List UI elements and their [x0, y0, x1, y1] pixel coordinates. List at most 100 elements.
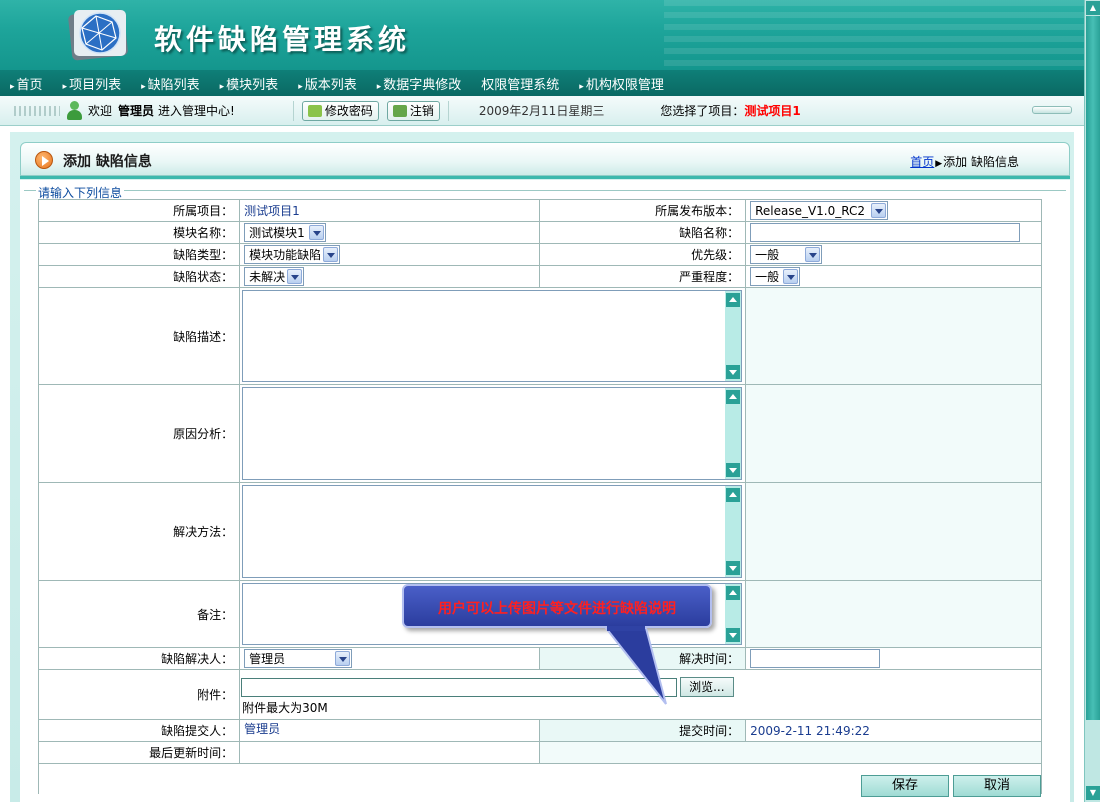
chevron-down-icon [309, 225, 325, 240]
user-icon [66, 100, 82, 121]
release-selected: Release_V1.0_RC2 [755, 203, 866, 218]
defect-type-label: 缺陷类型： [37, 243, 241, 266]
chevron-down-icon [323, 247, 339, 262]
release-select[interactable]: Release_V1.0_RC2 [750, 201, 889, 220]
scroll-up-icon[interactable] [726, 390, 741, 404]
cancel-button[interactable]: 取消 [953, 775, 1041, 797]
severity-selected: 一般 [755, 270, 780, 284]
textarea-scrollbar[interactable] [725, 388, 742, 479]
description-label: 缺陷描述： [37, 287, 241, 385]
main-nav: ▸ 首页 ▸ 项目列表 ▸ 缺陷列表 ▸ 模块列表 ▸ 版本列表 ▸ 数据字典修改 权限管理… [0, 70, 1084, 96]
save-button[interactable]: 保存 [861, 775, 949, 797]
chevron-down-icon [783, 269, 799, 284]
last-update-label: 最后更新时间： [37, 741, 241, 764]
nav-item-versions[interactable]: ▸ 版本列表 [288, 74, 367, 93]
callout-text: 用户可以上传图片等文件进行缺陷说明 [438, 601, 676, 617]
nav-item-label: 项目列表 [69, 77, 122, 93]
defect-type-select[interactable]: 模块功能缺陷 [244, 245, 341, 264]
selected-project: 测试项目1 [744, 104, 801, 118]
solution-textarea[interactable] [242, 485, 743, 578]
nav-item-dictionary[interactable]: ▸ 数据字典修改 [367, 74, 472, 93]
play-icon [35, 151, 53, 169]
severity-select[interactable]: 一般 [750, 267, 801, 286]
chevron-down-icon [287, 269, 303, 284]
collapse-icon[interactable] [1032, 106, 1072, 114]
panel-header: 添加 缺陷信息 首页▶添加 缺陷信息 [20, 142, 1070, 176]
page-scrollbar[interactable]: ▲ ▼ [1084, 0, 1100, 802]
textarea-scrollbar[interactable] [725, 291, 742, 381]
scroll-down-icon[interactable] [726, 561, 741, 575]
scroll-up-icon[interactable] [726, 293, 741, 307]
status-bar: 欢迎 管理员 进入管理中心! 修改密码 注销 2009年2月11日星期三 您选择… [0, 96, 1084, 126]
grip-icon [14, 105, 60, 116]
cause-label: 原因分析： [37, 384, 241, 483]
welcome-prefix: 欢迎 [88, 104, 113, 118]
change-password-label: 修改密码 [324, 104, 373, 118]
logout-label: 注销 [409, 104, 434, 118]
solution-label: 解决方法： [37, 482, 241, 581]
current-user: 管理员 [118, 104, 155, 118]
nav-item-org-permissions[interactable]: ▸ 机构权限管理 [569, 74, 674, 93]
defect-name-label: 缺陷名称： [539, 221, 747, 244]
defect-state-selected: 未解决 [249, 270, 286, 284]
nav-item-label: 机构权限管理 [585, 77, 664, 93]
page-title: 添加 缺陷信息 [63, 154, 152, 170]
browse-button[interactable]: 浏览... [680, 677, 734, 697]
breadcrumb-current: 添加 缺陷信息 [943, 155, 1019, 169]
chevron-down-icon [805, 247, 821, 262]
scroll-down-icon[interactable] [726, 463, 741, 477]
module-selected: 测试模块1 [249, 226, 305, 240]
chevron-down-icon [871, 203, 887, 218]
project-label: 您选择了项目： [660, 104, 745, 118]
submitter-label: 缺陷提交人： [37, 719, 241, 742]
app-header: 软件缺陷管理系统 [0, 0, 1084, 70]
nav-item-projects[interactable]: ▸ 项目列表 [53, 74, 132, 93]
header-divider [20, 176, 1070, 179]
module-select[interactable]: 测试模块1 [244, 223, 327, 242]
defect-state-select[interactable]: 未解决 [244, 267, 305, 286]
current-date: 2009年2月11日星期三 [478, 104, 605, 118]
textarea-scrollbar[interactable] [725, 486, 742, 577]
priority-select[interactable]: 一般 [750, 245, 823, 264]
scroll-up-icon[interactable] [726, 488, 741, 502]
app-title: 软件缺陷管理系统 [154, 23, 411, 56]
main-content: 添加 缺陷信息 首页▶添加 缺陷信息 请输入下列信息 所属项目： 测试项目1 所… [10, 132, 1074, 802]
change-password-button[interactable]: 修改密码 [301, 100, 379, 121]
breadcrumb-home-link[interactable]: 首页 [910, 155, 934, 169]
globe-logo-icon [66, 4, 132, 62]
nav-item-home[interactable]: ▸ 首页 [0, 74, 53, 93]
release-label: 所属发布版本： [539, 199, 747, 222]
nav-item-permissions[interactable]: 权限管理系统 [471, 74, 569, 93]
severity-label: 严重程度： [539, 265, 747, 288]
scroll-up-icon[interactable] [726, 586, 741, 600]
callout-pointer [603, 626, 667, 705]
key-icon [307, 104, 322, 117]
priority-selected: 一般 [755, 248, 780, 262]
scroll-down-icon[interactable] [726, 628, 741, 642]
description-textarea[interactable] [242, 290, 743, 382]
logout-button[interactable]: 注销 [386, 100, 440, 121]
resolver-select[interactable]: 管理员 [244, 649, 353, 668]
nav-item-defects[interactable]: ▸ 缺陷列表 [131, 74, 210, 93]
chevron-right-icon: ▶ [935, 159, 943, 169]
resolve-time-input[interactable] [750, 649, 881, 668]
divider [447, 100, 449, 121]
welcome-suffix: 进入管理中心! [158, 104, 235, 118]
priority-label: 优先级： [539, 243, 747, 266]
chevron-down-icon [335, 651, 351, 666]
textarea-scrollbar[interactable] [725, 584, 742, 644]
nav-item-label: 权限管理系统 [481, 77, 560, 93]
defect-name-input[interactable] [750, 223, 1021, 242]
scroll-thumb[interactable] [1086, 16, 1100, 720]
scroll-up-icon[interactable]: ▲ [1086, 1, 1100, 15]
project-label: 所属项目： [37, 199, 241, 222]
scroll-down-icon[interactable] [726, 365, 741, 379]
resolver-selected: 管理员 [249, 652, 286, 666]
scroll-down-icon[interactable]: ▼ [1086, 786, 1100, 800]
nav-item-modules[interactable]: ▸ 模块列表 [210, 74, 289, 93]
nav-item-label: 版本列表 [304, 77, 357, 93]
callout-tooltip: 用户可以上传图片等文件进行缺陷说明 [402, 584, 712, 628]
project-value: 测试项目1 [244, 204, 300, 218]
submit-time-label: 提交时间： [539, 719, 747, 742]
cause-textarea[interactable] [242, 387, 743, 480]
